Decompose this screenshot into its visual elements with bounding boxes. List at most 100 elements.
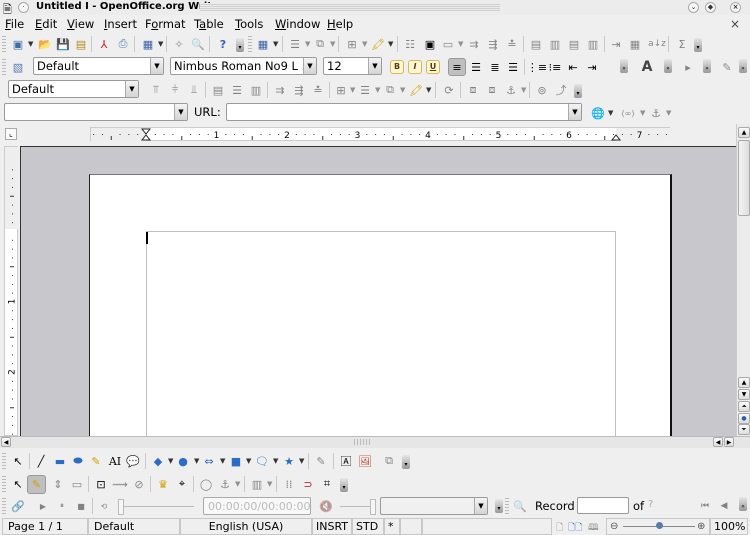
text-icon[interactable]: AI xyxy=(107,453,123,469)
paragraph-style-select[interactable]: Default ▼ xyxy=(33,57,164,75)
numbering-icon[interactable]: ⋮≡ xyxy=(527,59,547,75)
bring-forward-icon[interactable]: ⧈ xyxy=(465,82,481,98)
wrap-icon[interactable]: ⇕ xyxy=(50,476,66,492)
toolbar-more-icon[interactable]: ▾ xyxy=(694,38,702,52)
dropdown-icon[interactable]: ▼ xyxy=(350,86,355,94)
points-icon[interactable]: ✎ xyxy=(313,453,329,469)
align-center-icon[interactable]: ⇶ xyxy=(485,36,501,52)
left-align-icon[interactable]: ▤ xyxy=(210,82,226,98)
toolbar-grip[interactable] xyxy=(248,36,252,52)
page-indicator[interactable]: Page 1 / 1 xyxy=(2,518,88,535)
pause-icon[interactable]: ⏸ xyxy=(54,498,70,514)
align-top-icon[interactable]: ⇉ xyxy=(466,36,482,52)
dropdown-icon[interactable]: ▼ xyxy=(458,40,463,48)
position-slider-handle[interactable] xyxy=(118,499,124,515)
help-icon[interactable]: ? xyxy=(215,36,231,52)
print-icon[interactable]: ⎙ xyxy=(115,36,131,52)
url-input[interactable]: ▼ xyxy=(226,103,582,121)
link-text-input[interactable]: ▼ xyxy=(4,103,188,121)
center-align-icon[interactable]: ☰ xyxy=(229,82,245,98)
rectangle-icon[interactable]: ▬ xyxy=(52,453,68,469)
bullets-icon[interactable]: ⁝≡ xyxy=(547,59,563,75)
table-dropdown-icon[interactable]: ▼ xyxy=(273,40,278,48)
save-icon[interactable]: 💾 xyxy=(55,36,71,52)
export-pdf-icon[interactable]: ⅄ xyxy=(96,36,112,52)
dropdown-icon[interactable]: ▼ xyxy=(375,86,380,94)
dropdown-icon[interactable]: ▼ xyxy=(194,457,199,465)
snap-magnet-icon[interactable]: ⊃ xyxy=(300,476,316,492)
insert-rows-icon[interactable]: ▭ xyxy=(440,36,456,52)
dropdown-icon[interactable]: ▼ xyxy=(666,109,671,117)
insert-mode[interactable]: INSRT xyxy=(312,518,352,535)
autoformat-icon[interactable]: ⟳ xyxy=(441,82,457,98)
basic-shapes-icon[interactable]: ◆ xyxy=(150,453,166,469)
unlink-frames-icon[interactable]: ⊘ xyxy=(131,476,147,492)
dropdown-icon[interactable]: ▼ xyxy=(305,40,310,48)
toolbar-grip[interactable] xyxy=(2,498,6,514)
chevron-down-icon[interactable]: ▼ xyxy=(174,104,187,120)
dropdown-icon[interactable]: ▼ xyxy=(640,109,645,117)
scroll-grip[interactable] xyxy=(354,439,370,445)
toolbar-more-icon[interactable]: ▾ xyxy=(495,499,503,513)
dropdown-icon[interactable]: ▼ xyxy=(246,457,251,465)
extrusion-icon[interactable]: ⧉ xyxy=(381,453,397,469)
open-icon[interactable]: 📂 xyxy=(37,36,53,52)
align-right-button[interactable]: ≣ xyxy=(487,59,503,75)
zoom-in-icon[interactable]: ⊕ xyxy=(697,519,705,534)
page[interactable] xyxy=(89,174,672,436)
symbol-shapes-icon[interactable]: ● xyxy=(175,453,191,469)
mute-icon[interactable]: 🔇 xyxy=(318,498,334,514)
chevron-down-icon[interactable]: ▼ xyxy=(125,81,138,97)
contour-icon[interactable]: ♛ xyxy=(155,476,171,492)
flowchart-icon[interactable]: ■ xyxy=(228,453,244,469)
vertical-ruler[interactable]: 12 xyxy=(4,146,19,436)
scroll-left-button[interactable]: ◀ xyxy=(713,437,723,447)
scroll-right-button[interactable]: ▶ xyxy=(724,437,734,447)
navigation-button[interactable]: ● xyxy=(738,413,750,424)
menu-insert[interactable]: Insert xyxy=(104,17,137,31)
target-icon[interactable]: ⚓ xyxy=(648,105,664,121)
align-bottom-icon[interactable]: ≛ xyxy=(504,36,520,52)
menu-file[interactable]: File xyxy=(5,17,24,31)
bold-button[interactable]: B xyxy=(390,60,404,74)
toolbar-grip[interactable] xyxy=(2,453,6,469)
borders-style-icon[interactable]: ☰ xyxy=(287,36,303,52)
points-icon[interactable]: ⤴ xyxy=(553,82,569,98)
freeform-icon[interactable]: ✎ xyxy=(88,453,104,469)
toolbar-grip[interactable] xyxy=(2,476,6,492)
styles-and-formatting-icon[interactable]: ▧ xyxy=(10,59,26,75)
minimize-button[interactable]: ⌄ xyxy=(688,2,699,13)
dropdown-icon[interactable]: ▼ xyxy=(267,480,272,488)
dropdown-icon[interactable]: ▼ xyxy=(273,457,278,465)
anchor-icon[interactable]: ⚓ xyxy=(503,82,519,98)
select-icon[interactable]: ↖ xyxy=(10,453,26,469)
horizontal-scrollbar[interactable]: ◀ ◀ ▶ xyxy=(0,436,750,448)
horizontal-ruler[interactable]: 1 2 3 4 5 6 7 xyxy=(90,127,671,142)
borders-icon[interactable]: ⊞ xyxy=(333,82,349,98)
dropdown-icon[interactable]: ▼ xyxy=(388,40,393,48)
volume-slider-track[interactable] xyxy=(340,506,370,507)
next-page-button[interactable]: ⏷ xyxy=(738,424,750,435)
justify-button[interactable]: ☰ xyxy=(505,59,521,75)
page-style[interactable]: Default xyxy=(88,518,180,535)
menu-tools[interactable]: Tools xyxy=(235,17,263,31)
close-document-button[interactable]: × xyxy=(730,17,740,31)
vertical-scrollbar[interactable]: ▲ ▲ ▼ ⏶ ● ⏷ xyxy=(736,124,750,436)
table-icon[interactable]: ▦ xyxy=(255,36,271,52)
find-record-icon[interactable]: 🔍 xyxy=(512,498,528,514)
sort-icon[interactable]: a↓z xyxy=(648,36,666,52)
toolbar-more-icon[interactable]: ▾ xyxy=(340,478,348,492)
delete-icon[interactable]: ≛ xyxy=(310,82,326,98)
ellipse-icon[interactable]: ⬬ xyxy=(70,453,86,469)
dropdown-icon[interactable]: ▼ xyxy=(299,457,304,465)
toolbar-grip[interactable] xyxy=(505,498,509,514)
dropdown-icon[interactable]: ▼ xyxy=(220,457,225,465)
menu-format[interactable]: Format xyxy=(145,17,186,31)
table-style-select[interactable]: Default ▼ xyxy=(8,80,139,98)
toolbar-more-icon[interactable]: » xyxy=(664,59,672,73)
document-modified[interactable]: * xyxy=(384,518,400,535)
dropdown-icon[interactable]: ▼ xyxy=(521,86,526,94)
toolbar-grip[interactable] xyxy=(2,59,6,75)
send-backward-icon[interactable]: ⧈ xyxy=(484,82,500,98)
toolbar-more-icon[interactable]: ▾ xyxy=(236,38,244,52)
